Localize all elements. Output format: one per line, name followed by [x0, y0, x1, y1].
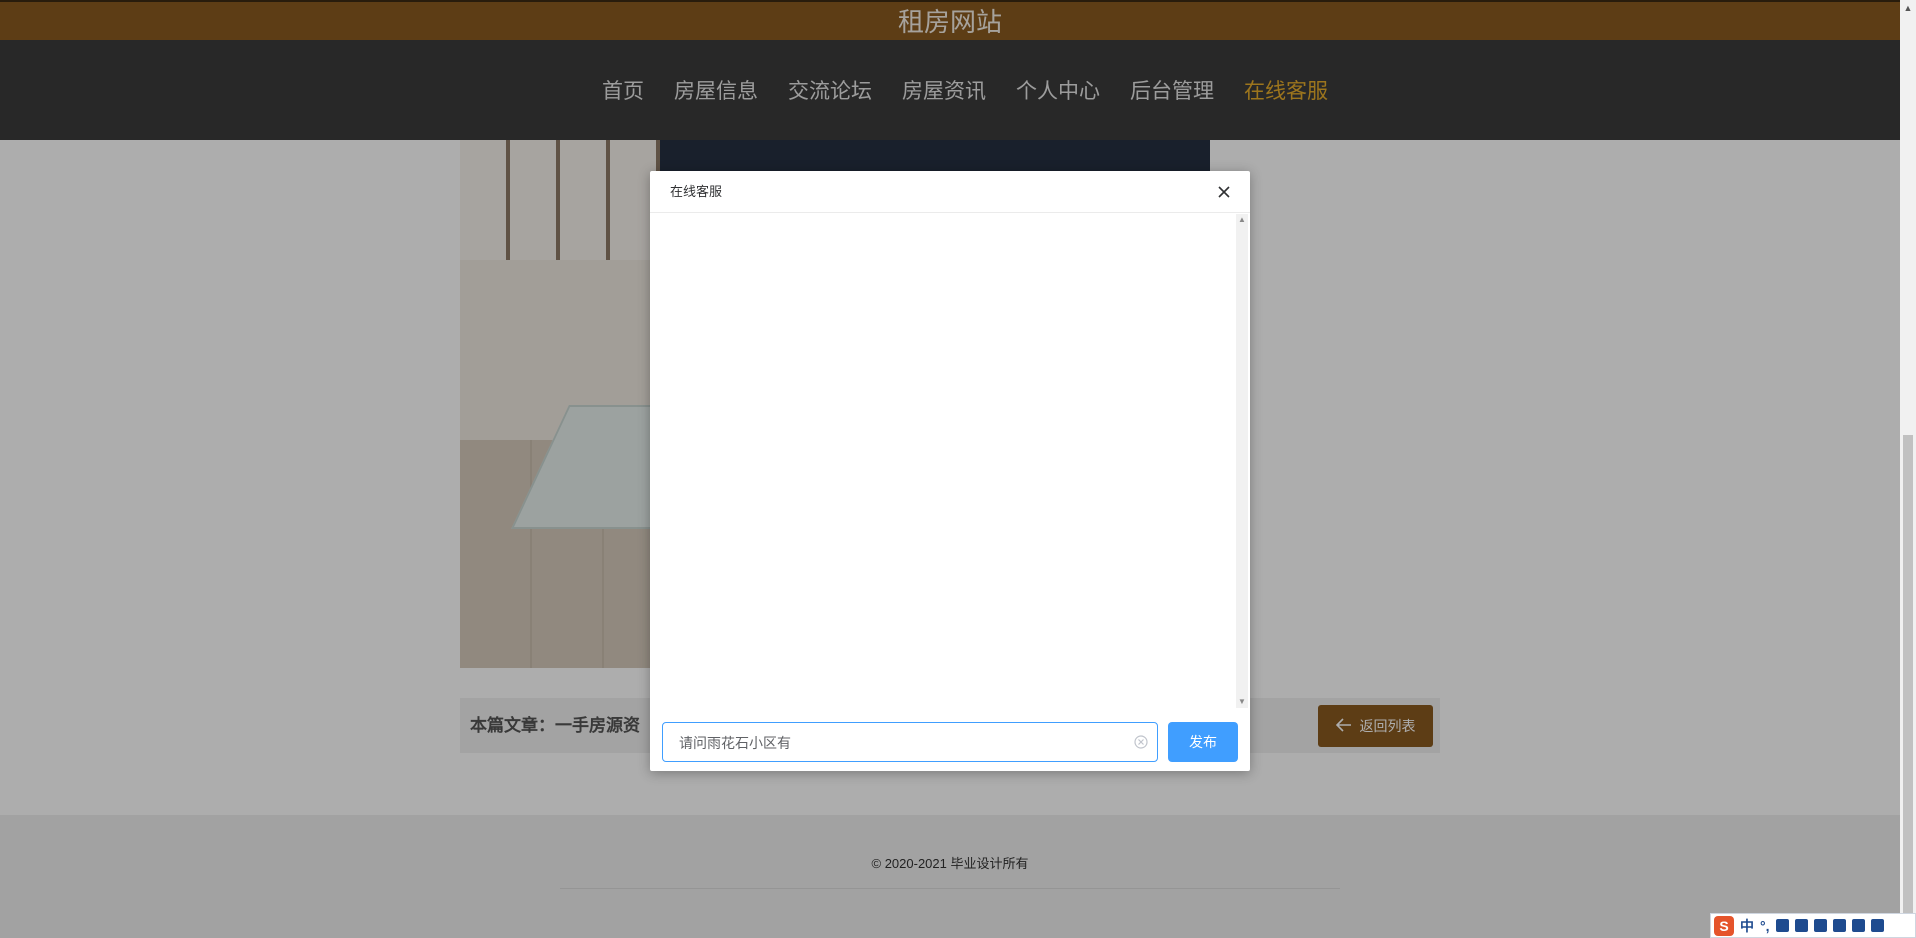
chat-message-area[interactable] — [650, 214, 1235, 708]
send-button[interactable]: 发布 — [1168, 722, 1238, 762]
sogou-logo-icon[interactable]: S — [1714, 915, 1734, 936]
scroll-up-icon[interactable]: ▲ — [1900, 0, 1916, 16]
keyboard-icon[interactable] — [1813, 919, 1827, 932]
ime-toolbar: S 中 °, — [1710, 913, 1916, 938]
circle-close-icon[interactable] — [1133, 734, 1149, 750]
microphone-icon[interactable] — [1794, 919, 1808, 932]
emoji-icon[interactable] — [1775, 919, 1789, 932]
dialog-header: 在线客服 — [650, 171, 1250, 213]
chat-scrollbar[interactable]: ▲ ▼ — [1236, 214, 1248, 708]
scroll-up-icon[interactable]: ▲ — [1236, 214, 1248, 226]
online-service-dialog: 在线客服 ▲ ▼ 发布 — [650, 171, 1250, 771]
dialog-title: 在线客服 — [670, 184, 723, 199]
close-icon[interactable] — [1212, 180, 1236, 204]
page-scrollbar[interactable]: ▲ — [1900, 0, 1916, 938]
shirt-icon[interactable] — [1851, 919, 1865, 932]
user-icon[interactable] — [1832, 919, 1846, 932]
page-scrollbar-thumb[interactable] — [1903, 435, 1913, 938]
ime-punct-label[interactable]: °, — [1760, 918, 1770, 934]
ime-mode-label[interactable]: 中 — [1740, 916, 1754, 936]
grid-icon[interactable] — [1870, 919, 1884, 932]
scroll-down-icon[interactable]: ▼ — [1236, 696, 1248, 708]
message-input-wrapper — [662, 722, 1158, 763]
message-input[interactable] — [677, 723, 1121, 763]
